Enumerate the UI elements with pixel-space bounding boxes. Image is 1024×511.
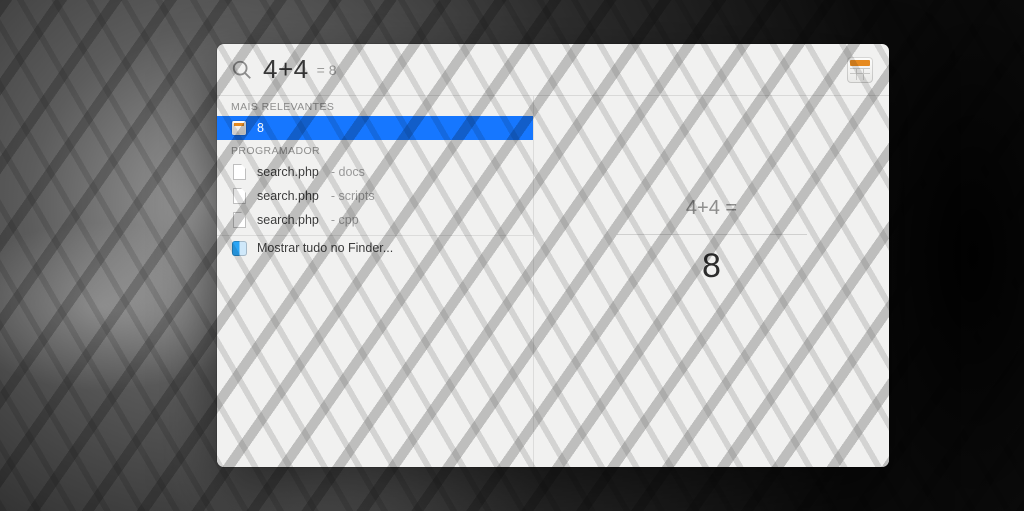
finder-icon xyxy=(231,240,247,256)
result-calculator[interactable]: 8 xyxy=(217,116,533,140)
result-sublabel: - scripts xyxy=(331,189,375,203)
document-icon xyxy=(231,188,247,204)
show-all-label: Mostrar tudo no Finder... xyxy=(257,241,393,255)
section-header-mais-relevantes: MAIS RELEVANTES xyxy=(217,96,533,116)
preview-pane: 4+4 = 8 xyxy=(534,96,889,467)
section-header-programador: PROGRAMADOR xyxy=(217,140,533,160)
result-file[interactable]: search.php - docs xyxy=(217,160,533,184)
result-sublabel: - docs xyxy=(331,165,365,179)
result-label: 8 xyxy=(257,121,264,135)
calculator-icon xyxy=(847,57,873,83)
result-label: search.php xyxy=(257,189,319,203)
spotlight-panel: 4+4 = 8 MAIS RELEVANTES 8 PROGRAMADOR se… xyxy=(217,44,889,467)
result-label: search.php xyxy=(257,165,319,179)
preview-divider xyxy=(617,234,807,235)
calculator-mini-icon xyxy=(231,120,247,136)
search-inline-result: = 8 xyxy=(317,62,337,78)
result-file[interactable]: search.php - scripts xyxy=(217,184,533,208)
result-sublabel: - cpp xyxy=(331,213,359,227)
spotlight-header: 4+4 = 8 xyxy=(217,44,889,96)
preview-result: 8 xyxy=(702,247,721,286)
results-list: MAIS RELEVANTES 8 PROGRAMADOR search.php… xyxy=(217,96,534,467)
document-icon xyxy=(231,212,247,228)
document-icon xyxy=(231,164,247,180)
desktop-wallpaper: 4+4 = 8 MAIS RELEVANTES 8 PROGRAMADOR se… xyxy=(0,0,1024,511)
search-icon xyxy=(231,59,253,81)
spotlight-body: MAIS RELEVANTES 8 PROGRAMADOR search.php… xyxy=(217,96,889,467)
search-input[interactable]: 4+4 xyxy=(263,54,309,85)
result-label: search.php xyxy=(257,213,319,227)
result-file[interactable]: search.php - cpp xyxy=(217,208,533,232)
show-all-in-finder[interactable]: Mostrar tudo no Finder... xyxy=(217,236,533,260)
preview-expression: 4+4 = xyxy=(686,197,737,220)
